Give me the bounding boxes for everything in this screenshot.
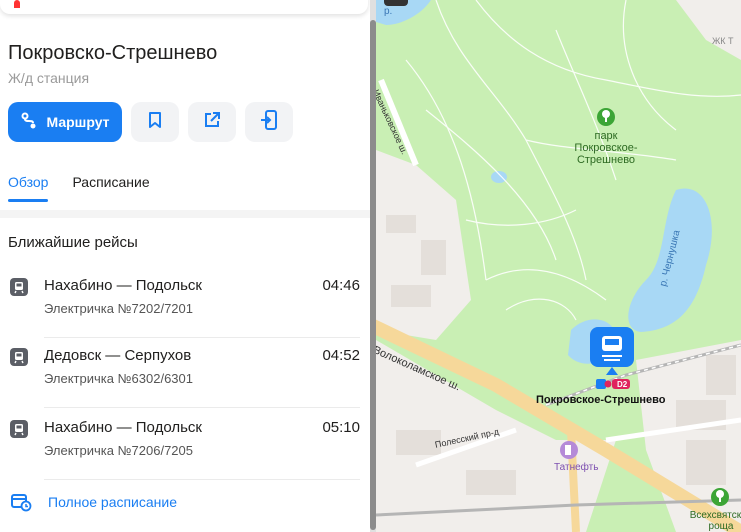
pond-small: [491, 171, 507, 183]
departures-title: Ближайшие рейсы: [8, 234, 138, 251]
train-icon: [10, 348, 28, 366]
map-label-zhk: ЖК Т: [712, 36, 734, 46]
departure-route: Нахабино — Подольск: [44, 277, 202, 294]
map-view[interactable]: парк Покровское- Стрешнево Покровское-Ст…: [376, 0, 741, 532]
row-separator: [44, 479, 360, 480]
share-icon: [203, 111, 221, 134]
route-button-label: Маршрут: [46, 114, 110, 130]
departure-row[interactable]: Нахабино — Подольск 04:46 Электричка №72…: [0, 268, 370, 338]
send-to-phone-icon: [260, 109, 278, 135]
map-label-station: Покровское-Стрешнево: [536, 394, 666, 406]
park-poi-icon[interactable]: [597, 108, 615, 126]
bookmark-icon: [147, 111, 163, 134]
map-control-edge[interactable]: [384, 0, 408, 6]
route-button[interactable]: Маршрут: [8, 102, 122, 142]
action-bar: Маршрут: [8, 102, 293, 142]
tab-overview[interactable]: Обзор: [8, 174, 49, 202]
calendar-icon: [10, 492, 32, 517]
pin-icon: [14, 0, 20, 8]
departure-row[interactable]: Нахабино — Подольск 05:10 Электричка №72…: [0, 410, 370, 480]
departure-train: Электричка №7206/7205: [44, 443, 193, 458]
search-card-edge[interactable]: [0, 0, 368, 14]
departure-time: 04:46: [322, 277, 360, 294]
place-title: Покровско-Стрешнево: [8, 42, 218, 64]
map-canvas: [376, 0, 741, 532]
full-schedule-label: Полное расписание: [48, 494, 178, 510]
tab-schedule[interactable]: Расписание: [72, 174, 149, 202]
departure-time: 05:10: [322, 419, 360, 436]
send-to-phone-button[interactable]: [245, 102, 293, 142]
bookmark-button[interactable]: [131, 102, 179, 142]
departure-route: Дедовск — Серпухов: [44, 347, 192, 364]
full-schedule-link[interactable]: Полное расписание: [0, 484, 370, 520]
train-icon: [10, 278, 28, 296]
route-icon: [20, 112, 38, 133]
departure-train: Электричка №7202/7201: [44, 301, 193, 316]
map-label-river: р.: [384, 6, 393, 17]
station-badge: D2: [617, 380, 628, 389]
map-label-tatneft: Татнефть: [554, 462, 599, 473]
row-separator: [44, 407, 360, 408]
tabs: Обзор Расписание: [8, 174, 150, 202]
map-label-grove: Всехсвятская роща: [689, 510, 741, 532]
place-category: Ж/д станция: [8, 70, 90, 86]
train-icon: [10, 420, 28, 438]
departure-time: 04:52: [322, 347, 360, 364]
place-panel: Покровско-Стрешнево Ж/д станция Маршрут …: [0, 0, 370, 532]
section-divider: [0, 210, 370, 218]
gas-station-icon[interactable]: [560, 441, 578, 459]
share-button[interactable]: [188, 102, 236, 142]
departure-row[interactable]: Дедовск — Серпухов 04:52 Электричка №630…: [0, 338, 370, 408]
map-label-park: парк Покровское- Стрешнево: [574, 130, 638, 166]
grove-poi-icon[interactable]: [711, 488, 729, 506]
departure-route: Нахабино — Подольск: [44, 419, 202, 436]
departure-train: Электричка №6302/6301: [44, 371, 193, 386]
